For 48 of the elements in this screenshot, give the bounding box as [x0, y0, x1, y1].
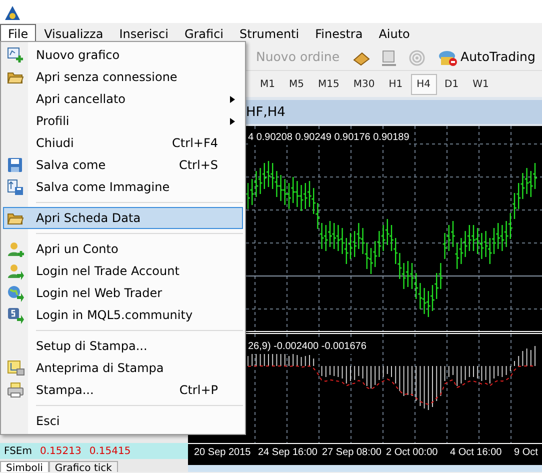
menu-item[interactable]: Login nel Web Trader	[3, 282, 243, 304]
menu-item[interactable]: Anteprima di Stampa	[3, 357, 243, 379]
menu-item[interactable]: Grafici	[176, 24, 232, 44]
menu-item[interactable]: Apri un Conto	[3, 238, 243, 260]
price-info-text: 4 0.90208 0.90249 0.90176 0.90189	[248, 130, 410, 145]
timeframe-button[interactable]: H4	[410, 74, 436, 94]
time-axis-label: 20 Sep 2015	[194, 446, 252, 460]
menu-item[interactable]: Stampa... Ctrl+P	[3, 379, 243, 401]
menu-item[interactable]: Esci	[3, 410, 243, 432]
price-cell-text: 0.15213	[40, 444, 82, 458]
menu-item[interactable]: Login in MQL5.community	[3, 304, 243, 326]
menu-item[interactable]: Inserisci	[111, 24, 176, 44]
menu-item[interactable]: Strumenti	[232, 24, 308, 44]
menu-item[interactable]: Apri Scheda Data	[3, 207, 243, 229]
autotrading-button[interactable]: AutoTrading	[436, 48, 538, 67]
time-axis-label: 2 Oct 00:00	[386, 446, 439, 460]
menu-item[interactable]: Profili	[3, 110, 243, 132]
time-axis-label: 4 Oct 16:00	[450, 446, 503, 460]
price-cell-text: 0.15415	[89, 444, 131, 458]
shortcut-text: Ctrl+P	[179, 382, 219, 399]
menu-item[interactable]: Login nel Trade Account	[3, 260, 243, 282]
menu-item[interactable]: Nuovo grafico	[3, 44, 243, 66]
menu-item[interactable]: Visualizza	[36, 24, 112, 44]
timeframe-button[interactable]: H1	[382, 74, 409, 94]
symbol-cell-text: FSEm	[4, 444, 32, 458]
menu-item[interactable]: Finestra	[307, 24, 371, 44]
shortcut-text: Ctrl+S	[178, 157, 219, 174]
menu-item[interactable]: Aiuto	[370, 24, 418, 44]
menu-item[interactable]: Salva come Immagine	[3, 176, 243, 198]
chart-window-title: HF,H4	[246, 105, 286, 120]
menu-item[interactable]: Chiudi Ctrl+F4	[3, 132, 243, 154]
timeframe-button[interactable]: W1	[466, 74, 495, 94]
tab[interactable]: Grafico tick	[48, 461, 118, 472]
indicator-info-text: 26,9) -0.002400 -0.001676	[248, 339, 366, 354]
timeframe-button[interactable]: M1	[254, 74, 281, 94]
timeframe-button[interactable]: D1	[438, 74, 465, 94]
timeframe-button[interactable]: M30	[347, 74, 381, 94]
time-axis-label: 9 Oct	[514, 446, 539, 460]
menu-item[interactable]: Apri senza connessione	[3, 66, 243, 88]
time-axis-label: 24 Sep 16:00	[258, 446, 318, 460]
shortcut-text: Ctrl+F4	[172, 135, 219, 152]
menu-item[interactable]: Salva come Ctrl+S	[3, 154, 243, 176]
timeframe-button[interactable]: M5	[283, 74, 310, 94]
timeframe-button[interactable]: M15	[312, 74, 346, 94]
menu-item[interactable]: Apri cancellato	[3, 88, 243, 110]
menu-item[interactable]: Setup di Stampa...	[3, 335, 243, 357]
time-axis-label: 27 Sep 08:00	[322, 446, 382, 460]
tab[interactable]: Simboli	[0, 461, 49, 472]
